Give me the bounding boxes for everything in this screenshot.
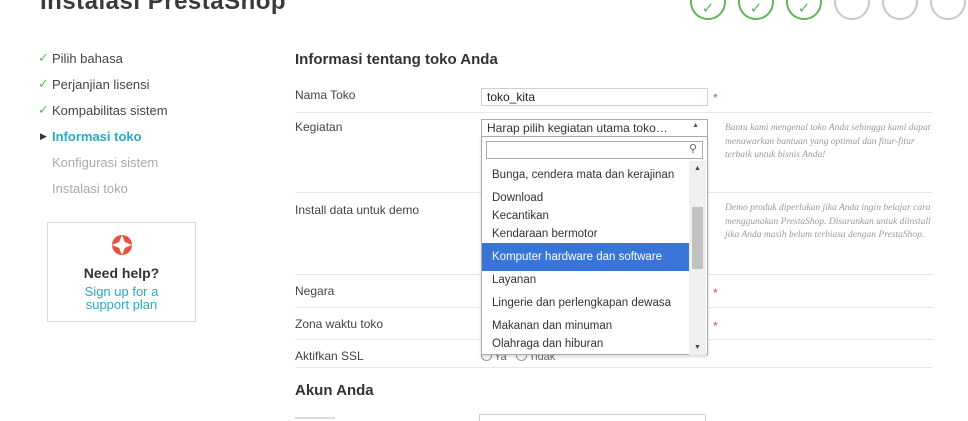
sidebar-item-perjanjian-lisensi: ✓ Perjanjian lisensi	[38, 71, 208, 97]
step-3-indicator: ✓	[786, 0, 822, 20]
activity-option[interactable]: Download	[482, 189, 689, 207]
activity-options-list: Bunga, cendera mata dan kerajinan Downlo…	[482, 161, 689, 355]
activity-select[interactable]: Harap pilih kegiatan utama toko… ▲	[481, 119, 708, 137]
step-5-indicator	[882, 0, 918, 20]
country-label: Negara	[295, 284, 335, 298]
scrollbar-thumb[interactable]	[692, 207, 703, 269]
sidebar-item-pilih-bahasa: ✓ Pilih bahasa	[38, 45, 208, 71]
shop-name-label: Nama Toko	[295, 88, 356, 102]
page-title: Instalasi PrestaShop	[40, 0, 287, 15]
progress-steps: ✓ ✓ ✓	[690, 0, 966, 20]
scroll-down-icon[interactable]: ▼	[689, 344, 706, 351]
check-icon: ✓	[38, 50, 49, 65]
activity-label: Kegiatan	[295, 120, 343, 134]
demo-data-label: Install data untuk demo	[295, 203, 420, 217]
step-1-indicator: ✓	[690, 0, 726, 20]
step-4-indicator	[834, 0, 870, 20]
check-icon: ✓	[38, 102, 49, 117]
required-marker: *	[713, 319, 718, 333]
activity-dropdown: ⚲ Bunga, cendera mata dan kerajinan Down…	[481, 136, 708, 355]
form-row-shop-name: Nama Toko *	[295, 80, 933, 113]
check-icon: ✓	[701, 0, 715, 17]
step-6-indicator	[930, 0, 966, 20]
activity-option[interactable]: Kendaraan bermotor	[482, 225, 689, 243]
support-plan-link[interactable]: Sign up for a support plan	[48, 285, 195, 311]
sidebar-item-label: Konfigurasi sistem	[52, 154, 159, 170]
search-icon: ⚲	[688, 143, 697, 155]
check-icon: ✓	[38, 76, 49, 91]
activity-option[interactable]: Bunga, cendera mata dan kerajinan	[482, 161, 689, 189]
caret-up-icon: ▲	[692, 122, 699, 129]
activity-option[interactable]: Lingerie dan perlengkapan dewasa	[482, 289, 689, 317]
dropdown-scrollbar[interactable]: ▲ ▼	[689, 161, 706, 355]
step-2-indicator: ✓	[738, 0, 774, 20]
activity-option[interactable]: Makanan dan minuman	[482, 317, 689, 335]
sidebar: ✓ Pilih bahasa ✓ Perjanjian lisensi ✓ Ko…	[38, 45, 208, 201]
activity-option[interactable]: Olahraga dan hiburan	[482, 335, 689, 353]
sidebar-item-label: Perjanjian lisensi	[52, 76, 150, 92]
activity-hint: Bantu kami mengenal toko Anda sehingga k…	[725, 123, 931, 160]
section-title-store-info: Informasi tentang toko Anda	[295, 51, 498, 68]
sidebar-item-label: Pilih bahasa	[52, 50, 123, 66]
activity-select-value: Harap pilih kegiatan utama toko…	[487, 121, 668, 135]
sidebar-item-informasi-toko: ▶ Informasi toko	[38, 123, 208, 149]
demo-data-hint: Demo produk diperlukan jika Anda ingin b…	[725, 203, 931, 240]
check-icon: ✓	[797, 0, 811, 17]
activity-option[interactable]: Layanan	[482, 271, 689, 289]
lifebuoy-icon	[111, 235, 132, 255]
ssl-label: Aktifkan SSL	[295, 349, 364, 363]
sidebar-item-konfigurasi-sistem: Konfigurasi sistem	[38, 149, 208, 175]
timezone-label: Zona waktu toko	[295, 317, 384, 331]
help-title: Need help?	[83, 265, 160, 281]
required-marker: *	[713, 286, 718, 300]
help-box: Need help? Sign up for a support plan	[47, 222, 196, 322]
sidebar-item-instalasi-toko: Instalasi toko	[38, 175, 208, 201]
account-row-label-fragment	[295, 417, 335, 419]
sidebar-item-label: Informasi toko	[52, 128, 142, 144]
activity-option[interactable]: Kecantikan	[482, 207, 689, 225]
shop-name-input[interactable]	[481, 88, 708, 106]
account-first-input[interactable]	[479, 414, 706, 421]
required-marker: *	[713, 91, 718, 105]
activity-search-input[interactable]: ⚲	[486, 141, 703, 159]
sidebar-item-label: Instalasi toko	[52, 180, 128, 196]
caret-right-icon: ▶	[40, 130, 47, 141]
sidebar-item-label: Kompabilitas sistem	[52, 102, 168, 118]
activity-option-highlighted[interactable]: Komputer hardware dan software	[482, 243, 689, 271]
sidebar-item-kompabilitas-sistem: ✓ Kompabilitas sistem	[38, 97, 208, 123]
scroll-up-icon[interactable]: ▲	[689, 165, 706, 172]
section-title-account: Akun Anda	[295, 382, 374, 399]
check-icon: ✓	[749, 0, 763, 17]
